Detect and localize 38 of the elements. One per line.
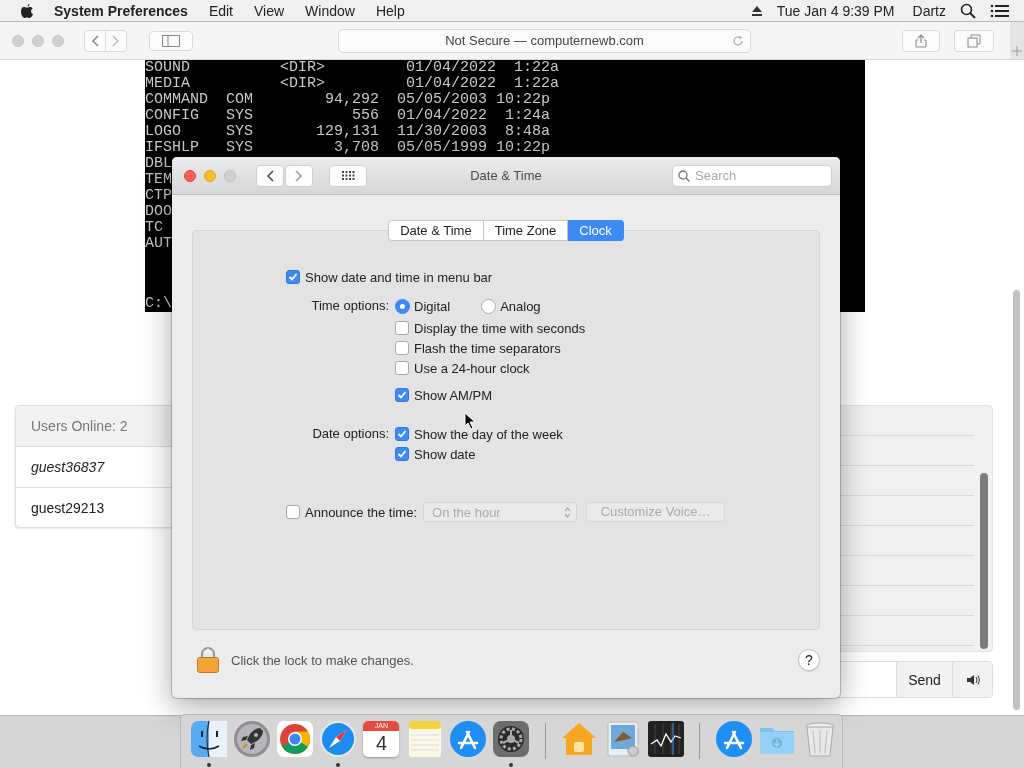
- field-label: Time options:: [310, 297, 389, 315]
- user-menu[interactable]: Dartz: [912, 3, 946, 19]
- address-field[interactable]: Not Secure — computernewb.com: [338, 28, 751, 53]
- app-menu[interactable]: System Preferences: [54, 3, 188, 19]
- menu-clock[interactable]: Tue Jan 4 9:39 PM: [776, 3, 895, 19]
- search-field[interactable]: Search: [672, 164, 832, 187]
- checkbox-label[interactable]: Flash the time separators: [414, 340, 561, 356]
- checkbox-label[interactable]: Display the time with seconds: [414, 320, 586, 336]
- terminal-line: CONFIG SYS 556 01/04/2022 1:24a: [145, 108, 551, 124]
- terminal-line: TEM: [145, 172, 172, 188]
- terminal-line: AUT: [145, 236, 172, 252]
- menu-item[interactable]: Window: [305, 3, 355, 19]
- lock-hint: Click the lock to make changes.: [231, 652, 414, 668]
- field-label: Date options:: [311, 425, 389, 443]
- checkbox-label[interactable]: Show AM/PM: [414, 387, 493, 403]
- checkbox-label[interactable]: Show date and time in menu bar: [305, 269, 493, 285]
- terminal-line: MEDIA <DIR> 01/04/2022 1:22a: [145, 76, 560, 92]
- terminal-line: SOUND <DIR> 01/04/2022 1:22a: [145, 60, 560, 76]
- radio-label[interactable]: Digital: [414, 298, 451, 314]
- menu-item[interactable]: Edit: [208, 3, 233, 19]
- tab[interactable]: Date & Time: [388, 220, 484, 241]
- terminal-line: TC: [145, 220, 163, 236]
- tab[interactable]: Time Zone: [483, 220, 569, 241]
- checkbox-label[interactable]: Use a 24-hour clock: [414, 360, 530, 376]
- help-button[interactable]: ?: [798, 649, 820, 671]
- terminal-line: IFSHLP SYS 3,708 05/05/1999 10:22p: [145, 140, 551, 156]
- terminal-line: LOGO SYS 129,131 11/30/2003 8:48a: [145, 124, 551, 140]
- radio-label[interactable]: Analog: [500, 298, 541, 314]
- terminal-line: DOO: [145, 204, 172, 220]
- menu-item[interactable]: View: [254, 3, 285, 19]
- terminal-line: DBL: [145, 156, 172, 172]
- checkbox-label[interactable]: Show the day of the week: [414, 426, 563, 442]
- window-title: Date & Time: [470, 168, 542, 183]
- terminal-prompt: C:\: [145, 296, 172, 312]
- terminal-line: COMMAND COM 94,292 05/05/2003 10:22p: [145, 92, 551, 108]
- menu-item[interactable]: Help: [375, 3, 405, 19]
- terminal-line: CTP: [145, 188, 172, 204]
- checkbox-label[interactable]: Show date: [414, 446, 476, 462]
